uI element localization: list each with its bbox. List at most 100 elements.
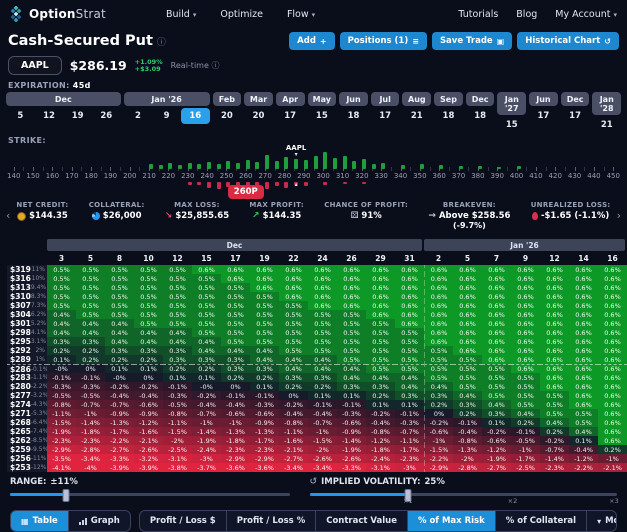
expiration-date-9[interactable]: 9 [152,108,181,124]
pl-cell[interactable]: 0.6% [569,391,598,400]
pl-cell[interactable]: 0.6% [453,292,482,301]
month-tab-jul[interactable]: Jul [371,92,400,106]
pl-cell[interactable]: 0.5% [395,328,424,337]
tab-graph[interactable]: Graph [69,511,130,531]
pl-cell[interactable]: -0.1% [221,391,250,400]
pl-cell[interactable]: 0.5% [134,274,163,283]
pl-cell[interactable]: -0.5% [47,391,76,400]
pl-cell[interactable]: 0.6% [598,382,627,391]
pl-cell[interactable]: 0.2% [540,427,569,436]
pl-cell[interactable]: 0% [221,382,250,391]
pl-cell[interactable]: -0.6% [424,427,453,436]
pl-cell[interactable]: -1.4% [540,454,569,463]
pl-cell[interactable]: -0.4% [134,391,163,400]
pl-cell[interactable]: -0.7% [192,409,221,418]
pl-cell[interactable]: 0.5% [540,391,569,400]
expiration-date-2[interactable]: 2 [124,108,153,124]
pl-cell[interactable]: 0.2% [308,382,337,391]
pl-cell[interactable]: 0.2% [453,409,482,418]
pl-cell[interactable]: 0.4% [308,364,337,373]
pl-cell[interactable]: 0.6% [598,301,627,310]
pl-cell[interactable]: 0.5% [192,310,221,319]
pl-cell[interactable]: 0.5% [279,319,308,328]
expiration-date-21[interactable]: 21 [592,117,621,133]
pl-cell[interactable]: -2.8% [453,463,482,472]
matrix-day-column[interactable]: 9 [511,252,540,265]
pl-cell[interactable]: 0.5% [76,310,105,319]
pl-cell[interactable]: 0.5% [221,337,250,346]
matrix-day-column[interactable]: 16 [598,252,627,265]
pl-cell[interactable]: 0.6% [453,310,482,319]
pl-cell[interactable]: -0.1% [47,373,76,382]
pl-cell[interactable]: -0.2% [540,436,569,445]
pl-cell[interactable]: -0.4% [453,427,482,436]
pl-cell[interactable]: -0.2% [482,427,511,436]
pl-cell[interactable]: 0.4% [47,310,76,319]
pl-cell[interactable]: 0.5% [76,274,105,283]
pl-cell[interactable]: -0.7% [76,400,105,409]
pl-cell[interactable]: 0.5% [279,301,308,310]
pl-cell[interactable]: -1.5% [424,445,453,454]
pl-cell[interactable]: 0.5% [163,310,192,319]
tab-pct-of-max-risk[interactable]: % of Max Risk [408,511,496,531]
title-info-icon[interactable]: ⓘ [157,35,166,48]
pl-cell[interactable]: -1.5% [47,418,76,427]
pl-cell[interactable]: -0.4% [308,409,337,418]
pl-cell[interactable]: -1.7% [250,436,279,445]
pl-cell[interactable]: 0.5% [482,373,511,382]
expiration-date-20[interactable]: 20 [244,108,273,124]
pl-cell[interactable]: 0.5% [308,319,337,328]
pl-cell[interactable]: -3.4% [308,463,337,472]
strike-row-label[interactable]: $286-0.1% [7,364,47,373]
chevron-left-icon[interactable]: ‹ [4,201,12,222]
month-tab-dec[interactable]: Dec [466,92,495,106]
pl-cell[interactable]: 0.5% [250,292,279,301]
pl-cell[interactable]: -3.6% [221,463,250,472]
pl-cell[interactable]: 0.5% [308,310,337,319]
pl-cell[interactable]: -0.4% [221,400,250,409]
pl-cell[interactable]: 0.6% [424,328,453,337]
pl-cell[interactable]: 0.6% [598,427,627,436]
pl-cell[interactable]: 0.3% [279,373,308,382]
pl-cell[interactable]: 0.6% [395,310,424,319]
strike-row-label[interactable]: $3046.2% [7,310,47,319]
pl-cell[interactable]: 0.2% [47,346,76,355]
pl-cell[interactable]: -2.7% [279,454,308,463]
expiration-date-5[interactable]: 5 [6,108,35,124]
pl-cell[interactable]: -2.5% [163,445,192,454]
pl-cell[interactable]: 0.6% [366,265,395,274]
pl-cell[interactable]: 0.6% [453,328,482,337]
pl-cell[interactable]: -1.1% [395,436,424,445]
pl-cell[interactable]: 0.5% [308,346,337,355]
pl-cell[interactable]: -1.1% [279,427,308,436]
pl-cell[interactable]: 0.4% [134,337,163,346]
pl-cell[interactable]: -0.1% [453,418,482,427]
expiration-date-17[interactable]: 17 [371,108,400,124]
pl-cell[interactable]: 0.6% [540,337,569,346]
pl-cell[interactable]: -0.9% [250,418,279,427]
pl-cell[interactable]: 0.6% [453,274,482,283]
pl-cell[interactable]: 0.6% [279,265,308,274]
pl-cell[interactable]: 0.2% [76,346,105,355]
pl-cell[interactable]: 0.5% [47,301,76,310]
pl-cell[interactable]: 0.5% [192,319,221,328]
pl-cell[interactable]: 0.6% [511,364,540,373]
strike-row-label[interactable]: $274-4.3% [7,400,47,409]
pl-cell[interactable]: -0.2% [192,391,221,400]
pl-cell[interactable]: 0.1% [395,400,424,409]
tab-more[interactable]: ▾More [587,511,617,531]
pl-cell[interactable]: 0.6% [569,292,598,301]
pl-cell[interactable]: 0.5% [221,310,250,319]
pl-cell[interactable]: 0.6% [540,373,569,382]
pl-cell[interactable]: -1.4% [337,436,366,445]
strike-row-label[interactable]: $280-2.2% [7,382,47,391]
pl-cell[interactable]: 0.4% [540,418,569,427]
pl-cell[interactable]: 0.5% [482,382,511,391]
pl-cell[interactable]: -0.4% [569,445,598,454]
pl-cell[interactable]: 0.6% [569,355,598,364]
matrix-day-column[interactable]: 17 [221,252,250,265]
pl-cell[interactable]: -2.2% [569,463,598,472]
pl-cell[interactable]: 0.6% [598,292,627,301]
pl-cell[interactable]: 0.5% [395,346,424,355]
month-tab-aug[interactable]: Aug [402,92,431,106]
